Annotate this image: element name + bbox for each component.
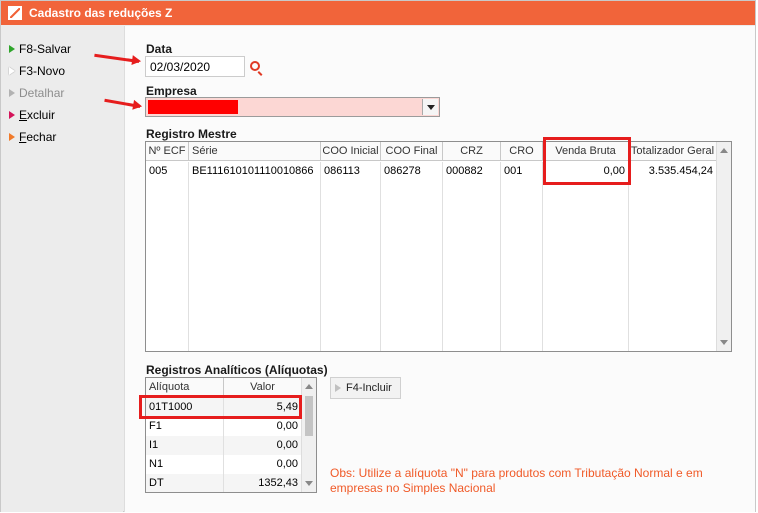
cell-aliquota: N1 [146, 455, 224, 474]
cell-totalizador: 3.535.454,24 [629, 162, 717, 181]
scroll-thumb[interactable] [305, 396, 313, 436]
scroll-up-icon[interactable] [305, 384, 313, 389]
empresa-select[interactable] [145, 97, 440, 117]
col-header[interactable]: Nº ECF [146, 142, 189, 161]
cell-cro: 001 [501, 162, 543, 181]
col-divider [320, 162, 321, 351]
cell-coo-inicial: 086113 [321, 162, 381, 181]
cell-valor: 5,49 [224, 398, 302, 417]
scroll-up-icon[interactable] [720, 148, 728, 153]
empresa-label: Empresa [146, 84, 197, 98]
delete-button-mnemonic: E [19, 108, 28, 122]
save-button-label: F8-Salvar [19, 42, 72, 56]
col-header[interactable]: Totalizador Geral [629, 142, 717, 161]
cell-valor: 0,00 [224, 455, 302, 474]
col-header[interactable]: Valor [224, 378, 302, 397]
cell-coo-final: 086278 [381, 162, 443, 181]
play-icon [9, 111, 15, 119]
col-divider [628, 162, 629, 351]
vertical-scrollbar[interactable] [716, 142, 731, 351]
col-divider [380, 162, 381, 351]
close-button-label: echar [26, 130, 57, 144]
col-divider [542, 162, 543, 351]
cell-valor: 1352,43 [224, 474, 302, 492]
title-bar: Cadastro das reduções Z [1, 1, 755, 25]
play-icon [9, 89, 15, 97]
registros-analiticos-title: Registros Analíticos (Alíquotas) [146, 363, 328, 377]
col-header[interactable]: COO Final [381, 142, 443, 161]
include-button-label: F4-Incluir [346, 382, 392, 394]
close-button[interactable]: Fechar [1, 126, 123, 148]
play-icon [335, 384, 341, 392]
play-icon [9, 45, 15, 53]
cell-venda-bruta: 0,00 [543, 162, 629, 181]
registro-mestre-title: Registro Mestre [146, 127, 237, 141]
col-header[interactable]: Venda Bruta [543, 142, 629, 161]
close-button-mnemonic: F [19, 130, 27, 144]
col-divider [188, 162, 189, 351]
scroll-down-icon[interactable] [720, 340, 728, 345]
obs-note: Obs: Utilize a alíquota "N" para produto… [330, 466, 703, 495]
vertical-scrollbar[interactable] [301, 378, 316, 492]
col-header[interactable]: CRZ [443, 142, 501, 161]
cell-aliquota: 01T1000 [146, 398, 224, 417]
cell-aliquota: F1 [146, 417, 224, 436]
col-header[interactable]: COO Inicial [321, 142, 381, 161]
new-button-label: F3-Novo [19, 64, 66, 78]
window-title: Cadastro das reduções Z [29, 6, 173, 20]
include-button[interactable]: F4-Incluir [330, 377, 401, 399]
col-header[interactable]: CRO [501, 142, 543, 161]
cell-crz: 000882 [443, 162, 501, 181]
detail-button-label: Detalhar [19, 86, 65, 100]
registro-mestre-grid[interactable]: Nº ECF Série COO Inicial COO Final CRZ C… [145, 141, 732, 352]
delete-button-label: xcluir [27, 108, 56, 122]
redacted-value [148, 100, 238, 114]
new-button[interactable]: F3-Novo [1, 60, 123, 82]
cell-serie: BE111610101110010866 [189, 162, 321, 181]
aliquotas-grid[interactable]: Alíquota Valor 01T1000 5,49 F1 0,00 I1 0… [145, 377, 317, 493]
play-icon [9, 133, 15, 141]
data-label: Data [146, 42, 173, 56]
cell-valor: 0,00 [224, 417, 302, 436]
col-header[interactable]: Alíquota [146, 378, 224, 397]
app-logo-icon [8, 6, 22, 20]
search-icon[interactable] [250, 61, 260, 71]
cell-aliquota: I1 [146, 436, 224, 455]
cell-aliquota: DT [146, 474, 224, 492]
delete-button[interactable]: Excluir [1, 104, 123, 126]
cell-valor: 0,00 [224, 436, 302, 455]
chevron-down-icon[interactable] [422, 99, 438, 115]
scroll-down-icon[interactable] [305, 481, 313, 486]
col-header[interactable]: Série [189, 142, 321, 161]
date-field[interactable] [145, 56, 245, 77]
cell-ecf: 005 [146, 162, 189, 181]
col-divider [500, 162, 501, 351]
play-icon [9, 67, 15, 75]
col-divider [442, 162, 443, 351]
